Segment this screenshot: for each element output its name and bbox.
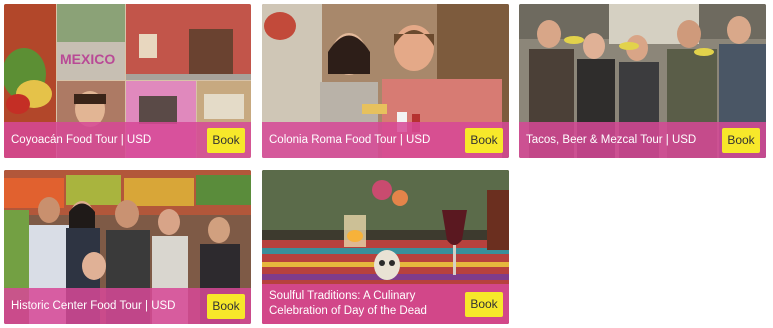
card-footer: Tacos, Beer & Mezcal Tour | USD Book — [519, 122, 766, 158]
card-footer: Soulful Traditions: A Culinary Celebrati… — [262, 284, 509, 324]
book-button[interactable]: Book — [207, 127, 245, 153]
tour-card-coyoacan[interactable]: MEXICO Coyoacán Food Tour | USD Book — [4, 4, 251, 158]
book-button[interactable]: Book — [465, 127, 503, 153]
card-footer: Historic Center Food Tour | USD Book — [4, 288, 251, 324]
tour-title[interactable]: Tacos, Beer & Mezcal Tour | USD — [526, 133, 722, 148]
tour-title[interactable]: Colonia Roma Food Tour | USD — [269, 133, 465, 148]
mexico-sign-text: MEXICO — [60, 51, 115, 67]
tour-card-soulful-traditions[interactable]: Soulful Traditions: A Culinary Celebrati… — [262, 170, 509, 324]
tour-card-colonia-roma[interactable]: Colonia Roma Food Tour | USD Book — [262, 4, 509, 158]
tour-card-tacos-beer-mezcal[interactable]: Tacos, Beer & Mezcal Tour | USD Book — [519, 4, 766, 158]
tour-title[interactable]: Historic Center Food Tour | USD — [11, 299, 207, 314]
card-footer: Colonia Roma Food Tour | USD Book — [262, 122, 509, 158]
book-button[interactable]: Book — [722, 127, 760, 153]
card-footer: Coyoacán Food Tour | USD Book — [4, 122, 251, 158]
tour-title[interactable]: Coyoacán Food Tour | USD — [11, 133, 207, 148]
tour-card-historic-center[interactable]: Historic Center Food Tour | USD Book — [4, 170, 251, 324]
book-button[interactable]: Book — [207, 293, 245, 319]
tour-title[interactable]: Soulful Traditions: A Culinary Celebrati… — [269, 289, 465, 319]
book-button[interactable]: Book — [465, 291, 503, 317]
